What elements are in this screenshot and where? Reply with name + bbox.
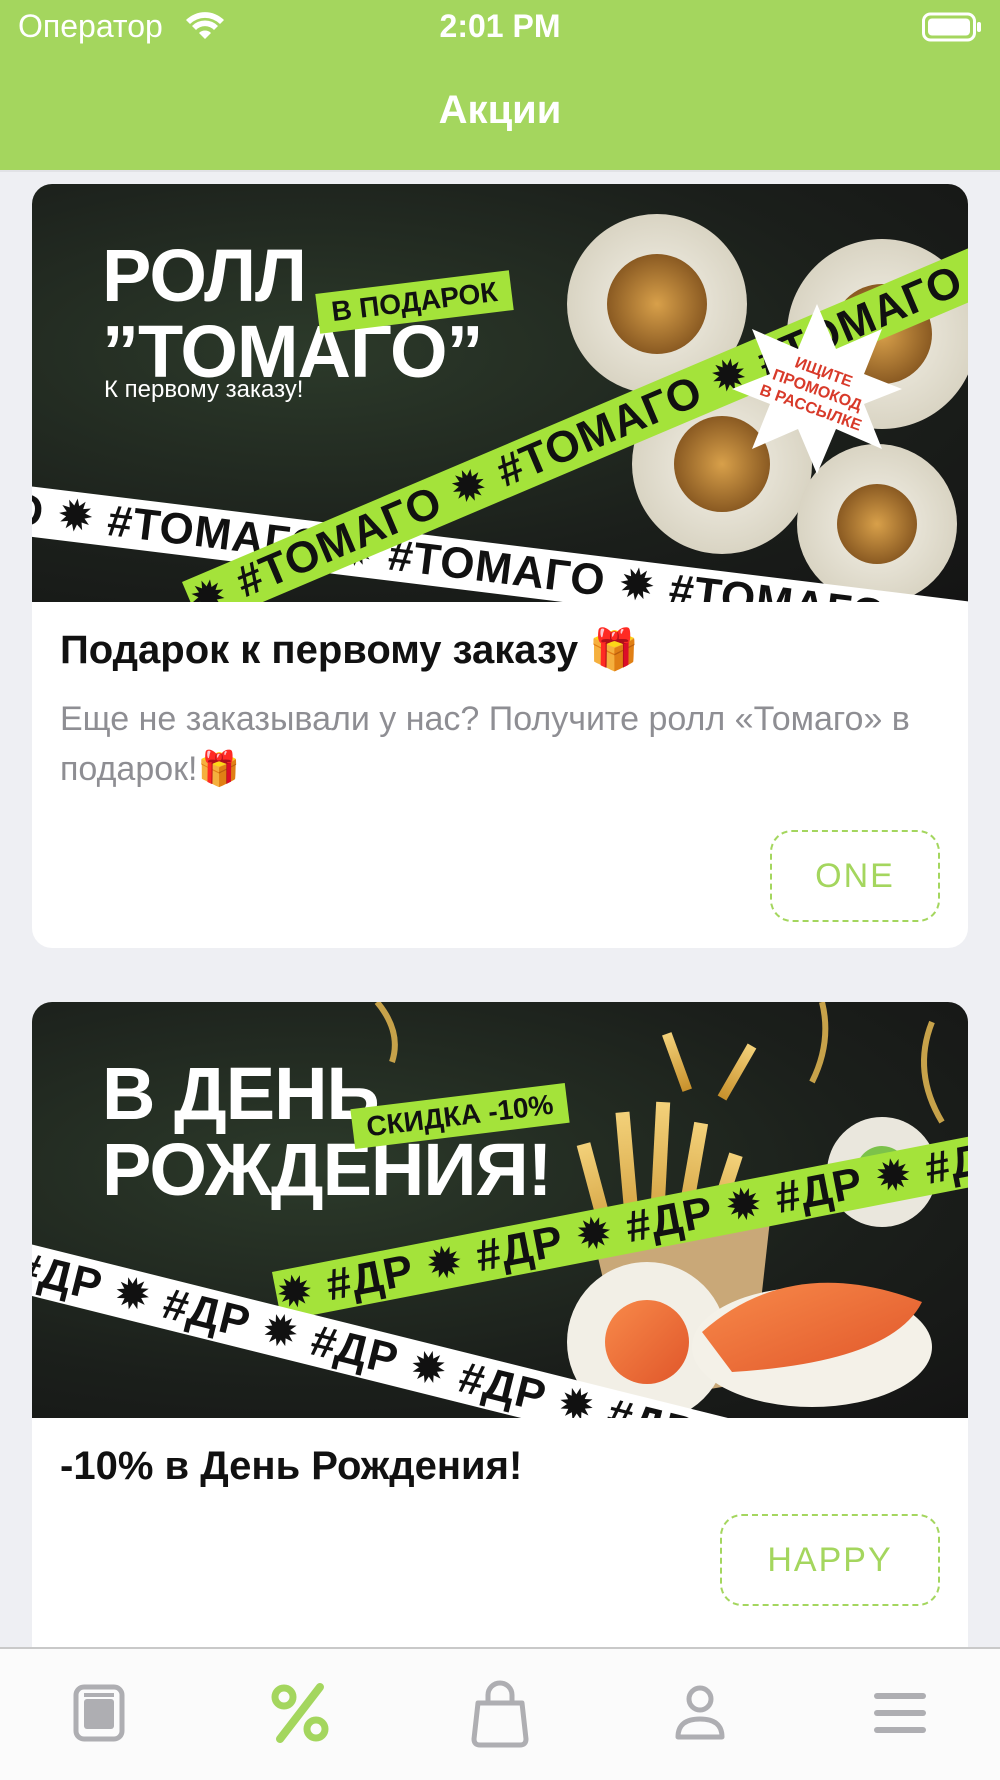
status-time: 2:01 PM xyxy=(439,8,561,44)
shopping-bag-icon xyxy=(471,1680,529,1748)
hamburger-icon xyxy=(874,1693,926,1733)
banner-subtitle: К первому заказу! xyxy=(104,376,304,403)
promo-card-birthday[interactable]: В ДЕНЬ РОЖДЕНИЯ! СКИДКА -10% ✹ #ДР ✹ #ДР… xyxy=(32,1002,968,1647)
promo-code-button[interactable]: HAPPY xyxy=(720,1514,940,1606)
promo-card-description: Еще не заказывали у нас? Получите ролл «… xyxy=(60,700,910,788)
promo-card-title: Подарок к первому заказу 🎁 xyxy=(60,628,640,672)
tab-more[interactable] xyxy=(864,1677,936,1749)
tab-cart[interactable] xyxy=(464,1677,536,1749)
battery-icon xyxy=(922,12,981,42)
promo-code-button[interactable]: ONE xyxy=(770,830,940,922)
menu-book-icon xyxy=(73,1684,125,1742)
tab-profile[interactable] xyxy=(664,1677,736,1749)
navigation-header: Оператор 2:01 PM Акции xyxy=(0,0,1000,170)
promo-card-title: -10% в День Рождения! xyxy=(60,1444,523,1488)
percent-icon xyxy=(271,1683,329,1743)
promo-banner-image: РОЛЛ ”ТОМАГО” К первому заказу! В ПОДАРО… xyxy=(32,184,968,602)
promo-banner-image: В ДЕНЬ РОЖДЕНИЯ! СКИДКА -10% ✹ #ДР ✹ #ДР… xyxy=(32,1002,968,1418)
promo-card-first-order[interactable]: РОЛЛ ”ТОМАГО” К первому заказу! В ПОДАРО… xyxy=(32,184,968,948)
status-bar: Оператор 2:01 PM xyxy=(0,0,1000,56)
tab-promotions[interactable] xyxy=(264,1677,336,1749)
promotions-list[interactable]: РОЛЛ ”ТОМАГО” К первому заказу! В ПОДАРО… xyxy=(0,170,1000,1647)
banner-title-line1: РОЛЛ xyxy=(102,234,307,317)
banner-title-line2: РОЖДЕНИЯ! xyxy=(102,1128,552,1211)
promo-star-badge: ИЩИТЕ ПРОМОКОД В РАССЫЛКЕ xyxy=(732,304,902,474)
page-title: Акции xyxy=(438,88,562,132)
tab-menu[interactable] xyxy=(64,1677,136,1749)
profile-icon xyxy=(675,1685,725,1740)
tab-bar xyxy=(0,1647,1000,1780)
banner-title-line1: В ДЕНЬ xyxy=(102,1052,380,1135)
